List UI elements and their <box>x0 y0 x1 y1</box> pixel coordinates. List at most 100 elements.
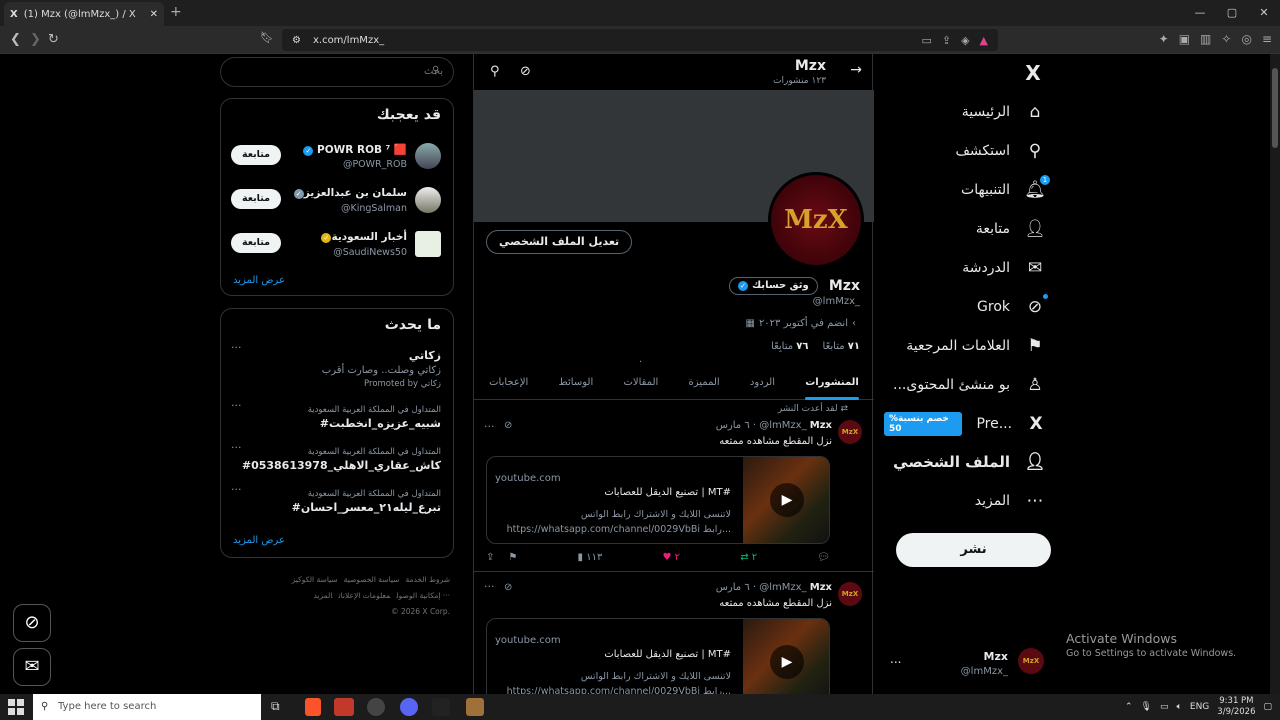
notification-center-icon[interactable]: ▢ <box>1263 702 1272 712</box>
grok-icon[interactable]: ⊘ <box>504 582 512 593</box>
address-bar[interactable]: ⚙ x.com/lmMzx_ ▭ ⇪ ◈ ▲ <box>282 29 998 51</box>
trend-item[interactable]: المتداول في المملكة العربية السعودية #كا… <box>221 441 453 485</box>
wtf-item[interactable]: ✓ أخبار السعودية @SaudiNews50 متابعة <box>221 227 453 267</box>
nav-home[interactable]: الرئيسية ⌂ <box>962 101 1046 123</box>
maximize-icon[interactable]: ▢ <box>1216 0 1248 26</box>
taskbar-search[interactable]: ⚲ Type here to search <box>33 694 261 720</box>
windows-start-icon[interactable] <box>8 699 24 715</box>
nav-more[interactable]: المزيد ⋯ <box>975 490 1046 512</box>
x-home-logo[interactable]: X <box>1022 61 1044 85</box>
cast-icon[interactable]: ▭ <box>921 34 931 47</box>
tweet-author[interactable]: Mzx <box>810 420 832 431</box>
back-icon[interactable]: ❮ <box>10 32 21 47</box>
share-icon[interactable]: ⇪ <box>942 34 951 47</box>
messages-float-button[interactable]: ✉ <box>13 648 51 686</box>
nav-chat[interactable]: الدردشة ✉ <box>962 257 1046 279</box>
language-indicator[interactable]: ENG <box>1190 702 1209 712</box>
wallet-icon[interactable]: ▣ <box>1179 32 1190 46</box>
nav-explore[interactable]: استكشف ⚲ <box>955 140 1046 162</box>
nav-grok[interactable]: Grok ⊘ <box>977 294 1048 318</box>
profile-avatar[interactable]: MzX <box>768 172 864 268</box>
shield-icon[interactable]: ◈ <box>961 34 969 47</box>
grok-float-button[interactable]: ⊘ <box>13 604 51 642</box>
browser-tab[interactable]: X (1) Mzx (@lmMzx_) / X ✕ <box>4 2 164 26</box>
account-switcher[interactable]: MzX Mzx @lmMzx_ ... <box>884 642 1060 682</box>
link-card[interactable]: ▶ youtube.com تصنيع الديقل للعصابات | MT… <box>486 618 830 694</box>
trend-more-icon[interactable]: ··· <box>231 341 242 354</box>
search-icon[interactable]: ⚲ <box>490 64 500 79</box>
tweet-more-icon[interactable]: ··· <box>484 580 495 593</box>
play-icon[interactable]: ▶ <box>770 645 804 679</box>
volume-icon[interactable]: 🔈︎ <box>1176 702 1181 712</box>
bookmark-page-icon[interactable]: 🔖︎ <box>260 31 274 44</box>
app-icon[interactable] <box>334 698 354 716</box>
menu-icon[interactable]: ≡ <box>1262 32 1272 46</box>
like-button[interactable]: ♥ ٢ <box>663 552 681 563</box>
nav-bookmarks[interactable]: العلامات المرجعية ⚑ <box>906 335 1046 357</box>
footer-accessibility[interactable]: إمكانية الوصول <box>396 591 440 600</box>
trend-more-icon[interactable]: ··· <box>231 483 242 496</box>
trend-item[interactable]: المتداول في المملكة العربية السعودية #تب… <box>221 483 453 527</box>
nav-notifications[interactable]: التنبيهات 🔔︎ 1 <box>961 175 1050 201</box>
app-icon[interactable] <box>432 698 450 716</box>
nav-creators[interactable]: ...بو منشئ المحتوى ♙ <box>893 374 1046 396</box>
account-more-icon[interactable]: ... <box>890 652 901 666</box>
followers-stat[interactable]: ٧٦ متابِعًا <box>771 341 808 352</box>
trends-show-more[interactable]: عرض المزيد <box>233 535 285 546</box>
follow-button[interactable]: متابعة <box>231 189 281 209</box>
bookmark-icon[interactable]: ⚑ <box>508 552 517 563</box>
tab-articles[interactable]: المقالات <box>623 368 658 399</box>
tab-likes[interactable]: الإعجابات <box>489 368 528 399</box>
grok-icon[interactable]: ⊘ <box>520 64 531 79</box>
trend-more-icon[interactable]: ··· <box>231 399 242 412</box>
rewards-icon[interactable]: ▲ <box>980 34 988 47</box>
sidebar-icon[interactable]: ▥ <box>1200 32 1211 46</box>
grok-icon[interactable]: ⊘ <box>504 420 512 431</box>
mic-icon[interactable]: 🎙︎ <box>1141 702 1152 712</box>
post-button[interactable]: نشر <box>896 533 1051 567</box>
network-icon[interactable]: ▭ <box>1160 702 1169 712</box>
promoted-trend[interactable]: زكاتي زكاتي وصلت.. وصارت أقرب Promoted b… <box>221 341 453 395</box>
tab-replies[interactable]: الردود <box>750 368 775 399</box>
avatar[interactable]: MzX <box>838 420 862 444</box>
task-view-icon[interactable]: ⧉ <box>271 699 280 714</box>
reply-button[interactable]: 💬︎ <box>817 552 830 563</box>
views-button[interactable]: ▮ ١١٣ <box>578 552 603 563</box>
verify-account-button[interactable]: ✓ وثق حسابك <box>729 277 818 295</box>
footer-privacy[interactable]: سياسة الخصوصية <box>344 575 400 584</box>
app-icon[interactable] <box>466 698 484 716</box>
tab-posts[interactable]: المنشورات <box>805 368 859 400</box>
app-icon[interactable] <box>367 698 385 716</box>
wtf-item[interactable]: ✓ POWR ROB ⁷ 🟥 @POWR_ROB متابعة <box>221 139 453 179</box>
play-icon[interactable]: ▶ <box>770 483 804 517</box>
nav-profile[interactable]: الملف الشخصي 👤︎ <box>893 451 1046 473</box>
search-input[interactable]: بحث <box>220 57 454 87</box>
vpn-icon[interactable]: ◎ <box>1241 32 1251 46</box>
brave-app-icon[interactable] <box>305 698 321 716</box>
footer-cookies[interactable]: سياسة الكوكيز <box>292 575 338 584</box>
clock[interactable]: 9:31 PM 3/9/2026 <box>1217 696 1255 718</box>
back-arrow-icon[interactable]: → <box>850 62 862 78</box>
new-tab-icon[interactable]: + <box>170 4 182 20</box>
edit-profile-button[interactable]: تعديل الملف الشخصي <box>486 230 633 254</box>
footer-ads-info[interactable]: معلومات الإعلانات <box>339 591 391 600</box>
extensions-icon[interactable]: ✦ <box>1159 32 1169 46</box>
scrollbar-thumb[interactable] <box>1272 68 1278 148</box>
follow-button[interactable]: متابعة <box>231 233 281 253</box>
discord-app-icon[interactable] <box>400 698 418 716</box>
tweet-author[interactable]: Mzx <box>810 582 832 593</box>
nav-follow[interactable]: متابعة 👤︎ <box>976 218 1046 240</box>
repost-button[interactable]: ⇄ ٢ <box>740 552 757 563</box>
trend-item[interactable]: المتداول في المملكة العربية السعودية #شب… <box>221 399 453 443</box>
tweet-date[interactable]: ٦ مارس <box>716 420 750 431</box>
close-window-icon[interactable]: ✕ <box>1248 0 1280 26</box>
minimize-icon[interactable]: — <box>1184 0 1216 26</box>
tab-highlights[interactable]: المميزة <box>689 368 720 399</box>
scrollbar[interactable] <box>1270 54 1280 694</box>
wtf-show-more[interactable]: عرض المزيد <box>233 275 285 286</box>
following-stat[interactable]: ٧١ متابعًا <box>823 341 860 352</box>
site-info-icon[interactable]: ⚙ <box>292 35 301 46</box>
tweet[interactable]: لقد أعدت النشر ⇄ MzX ٦ مارس · @lmMzx_ Mz… <box>474 400 874 572</box>
leo-icon[interactable]: ✧ <box>1221 32 1231 46</box>
forward-icon[interactable]: ❯ <box>30 32 41 47</box>
